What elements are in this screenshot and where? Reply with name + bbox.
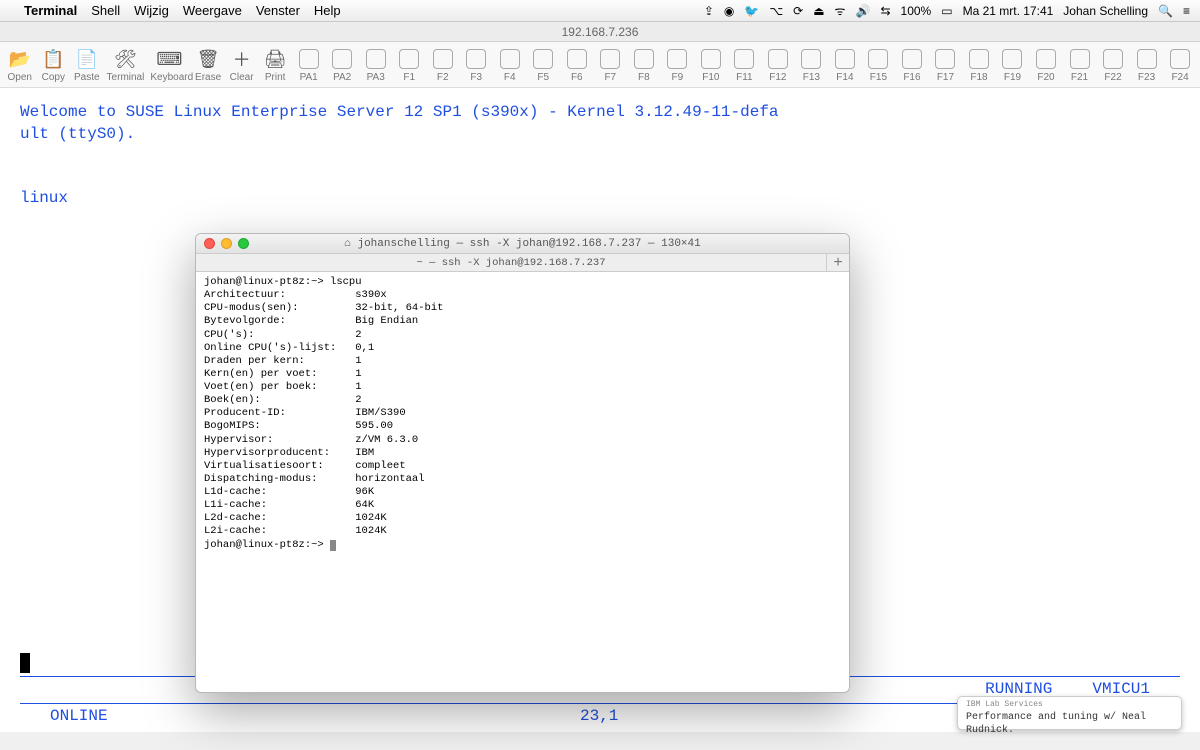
term-prompt: linux bbox=[20, 189, 68, 207]
menubar-right: ⇪ ◉ 🐦 ⌥ ⟳ ⏏ ᯤ 🔊 ⇆ 100% ▭ Ma 21 mrt. 17:4… bbox=[704, 2, 1190, 19]
macos-menubar: Terminal Shell Wijzig Weergave Venster H… bbox=[0, 0, 1200, 22]
fkey-f13[interactable]: F13 bbox=[798, 46, 826, 83]
toolbar-erase-button[interactable]: 🗑Erase bbox=[194, 46, 222, 83]
wifi-icon[interactable]: ᯤ bbox=[835, 2, 846, 19]
fkey-f7[interactable]: F7 bbox=[597, 46, 625, 83]
term-line: ult (ttyS0). bbox=[20, 124, 1180, 146]
toolbar-paste-button[interactable]: 📄Paste bbox=[73, 46, 101, 83]
twitter-icon[interactable]: 🐦 bbox=[744, 4, 759, 18]
fkey-pa1[interactable]: PA1 bbox=[295, 46, 323, 83]
status-icon[interactable]: ⌥ bbox=[769, 4, 783, 18]
fkey-f17[interactable]: F17 bbox=[932, 46, 960, 83]
status-icon[interactable]: ⇆ bbox=[880, 4, 890, 18]
fkey-f8[interactable]: F8 bbox=[630, 46, 658, 83]
clock[interactable]: Ma 21 mrt. 17:41 bbox=[963, 4, 1054, 18]
toolbar-terminal-button[interactable]: 🛠Terminal bbox=[107, 46, 145, 83]
term-line bbox=[20, 145, 1180, 167]
fkey-f6[interactable]: F6 bbox=[563, 46, 591, 83]
battery-percent: 100% bbox=[901, 4, 932, 18]
fkey-f20[interactable]: F20 bbox=[1032, 46, 1060, 83]
fkey-pa3[interactable]: PA3 bbox=[362, 46, 390, 83]
term-line: Welcome to SUSE Linux Enterprise Server … bbox=[20, 102, 1180, 124]
menu-view[interactable]: Weergave bbox=[183, 3, 242, 18]
sync-icon[interactable]: ⟳ bbox=[793, 4, 803, 18]
toolbar-open-button[interactable]: 📂Open bbox=[6, 46, 34, 83]
popup-terminal-output[interactable]: johan@linux-pt8z:~> lscpu Architectuur: … bbox=[196, 272, 849, 556]
fkey-f5[interactable]: F5 bbox=[530, 46, 558, 83]
popup-title-prefix-icon: ⌂ bbox=[344, 238, 351, 250]
fkey-f10[interactable]: F10 bbox=[697, 46, 725, 83]
fkey-f22[interactable]: F22 bbox=[1099, 46, 1127, 83]
battery-icon[interactable]: ▭ bbox=[941, 4, 952, 18]
popup-titlebar[interactable]: ⌂ johanschelling — ssh -X johan@192.168.… bbox=[196, 234, 849, 254]
toolbar-clear-button[interactable]: ＋Clear bbox=[228, 46, 256, 83]
fkey-f11[interactable]: F11 bbox=[731, 46, 759, 83]
block-cursor bbox=[20, 653, 30, 673]
fkey-f14[interactable]: F14 bbox=[831, 46, 859, 83]
new-tab-button[interactable]: + bbox=[827, 254, 849, 271]
fkey-f23[interactable]: F23 bbox=[1133, 46, 1161, 83]
status-cursor-pos: 23,1 bbox=[580, 706, 618, 728]
eject-icon[interactable]: ⏏ bbox=[813, 4, 824, 18]
fkey-f24[interactable]: F24 bbox=[1166, 46, 1194, 83]
fkey-f16[interactable]: F16 bbox=[898, 46, 926, 83]
toolbar-keyboard-button[interactable]: ⌨Keyboard bbox=[150, 46, 188, 83]
popup-title: johanschelling — ssh -X johan@192.168.7.… bbox=[357, 238, 700, 250]
menu-edit[interactable]: Wijzig bbox=[134, 3, 169, 18]
zoom-icon[interactable] bbox=[238, 238, 249, 249]
term-line bbox=[20, 167, 1180, 189]
popup-tabbar: ~ — ssh -X johan@192.168.7.237 + bbox=[196, 254, 849, 272]
minimize-icon[interactable] bbox=[221, 238, 232, 249]
close-icon[interactable] bbox=[204, 238, 215, 249]
notif-source: IBM Lab Services bbox=[966, 700, 1173, 711]
status-icon[interactable]: ◉ bbox=[724, 4, 734, 18]
fkey-f9[interactable]: F9 bbox=[664, 46, 692, 83]
notification-center-icon[interactable]: ≡ bbox=[1183, 4, 1190, 18]
notif-body: Performance and tuning w/ Neal Rudnick. bbox=[966, 711, 1173, 738]
app-name[interactable]: Terminal bbox=[24, 3, 77, 18]
popup-tab[interactable]: ~ — ssh -X johan@192.168.7.237 bbox=[196, 254, 827, 271]
app-toolbar: 📂Open📋Copy📄Paste🛠Terminal⌨Keyboard🗑Erase… bbox=[0, 42, 1200, 88]
spotlight-icon[interactable]: 🔍 bbox=[1158, 4, 1173, 18]
status-icon[interactable]: ⇪ bbox=[704, 4, 714, 18]
fkey-pa2[interactable]: PA2 bbox=[328, 46, 356, 83]
window-title: 192.168.7.236 bbox=[0, 22, 1200, 42]
toolbar-print-button[interactable]: 🖨Print bbox=[261, 46, 289, 83]
toolbar-copy-button[interactable]: 📋Copy bbox=[40, 46, 68, 83]
terminal-3270-area[interactable]: Welcome to SUSE Linux Enterprise Server … bbox=[0, 88, 1200, 732]
fkey-f4[interactable]: F4 bbox=[496, 46, 524, 83]
popup-cursor bbox=[330, 540, 336, 551]
fkey-f1[interactable]: F1 bbox=[395, 46, 423, 83]
menu-help[interactable]: Help bbox=[314, 3, 341, 18]
volume-icon[interactable]: 🔊 bbox=[856, 4, 871, 18]
user-name[interactable]: Johan Schelling bbox=[1063, 4, 1148, 18]
menu-window[interactable]: Venster bbox=[256, 3, 300, 18]
status-online: ONLINE bbox=[30, 706, 108, 728]
fkey-f21[interactable]: F21 bbox=[1066, 46, 1094, 83]
fkey-f2[interactable]: F2 bbox=[429, 46, 457, 83]
fkey-f19[interactable]: F19 bbox=[999, 46, 1027, 83]
menu-shell[interactable]: Shell bbox=[91, 3, 120, 18]
notification-banner[interactable]: IBM Lab Services Performance and tuning … bbox=[957, 696, 1182, 730]
fkey-f15[interactable]: F15 bbox=[865, 46, 893, 83]
fkey-f3[interactable]: F3 bbox=[462, 46, 490, 83]
fkey-f12[interactable]: F12 bbox=[764, 46, 792, 83]
ssh-terminal-window[interactable]: ⌂ johanschelling — ssh -X johan@192.168.… bbox=[195, 233, 850, 693]
fkey-f18[interactable]: F18 bbox=[965, 46, 993, 83]
